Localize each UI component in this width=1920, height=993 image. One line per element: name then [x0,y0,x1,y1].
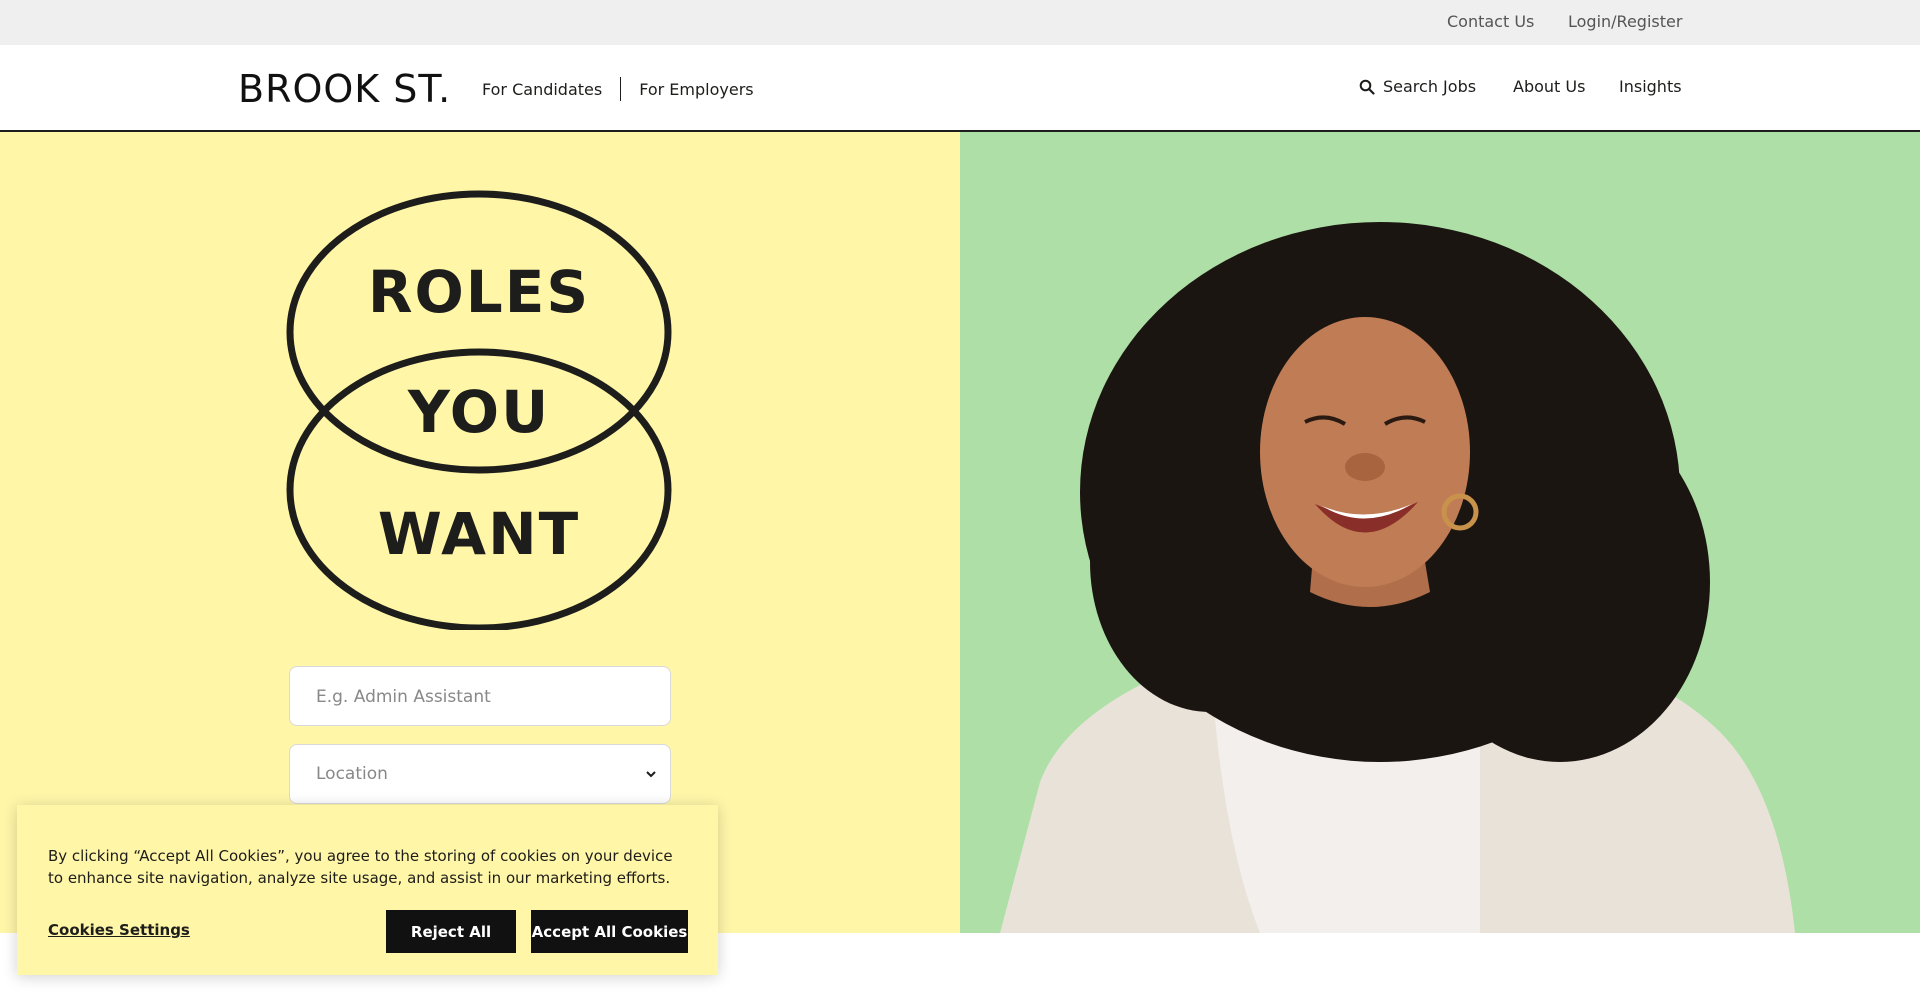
about-us-link[interactable]: About Us [1513,77,1585,96]
search-jobs-label: Search Jobs [1383,77,1477,96]
accept-all-cookies-button[interactable]: Accept All Cookies [531,910,688,953]
smiling-woman-photo [1000,222,1795,933]
search-icon [1359,79,1375,95]
nav-divider [620,77,622,101]
headline-word-roles: ROLES [367,258,591,326]
location-select[interactable]: Location [289,744,671,804]
headline-word-want: WANT [377,500,581,568]
for-employers-link[interactable]: For Employers [639,80,753,99]
headline-word-you: YOU [407,378,551,446]
cookies-settings-link[interactable]: Cookies Settings [48,921,190,939]
for-candidates-link[interactable]: For Candidates [482,80,602,99]
location-placeholder: Location [316,764,388,784]
reject-all-button[interactable]: Reject All [386,910,516,953]
hero-image-panel [960,132,1920,933]
chevron-down-icon [646,771,656,778]
job-keyword-input[interactable]: E.g. Admin Assistant [289,666,671,726]
cookie-consent-banner: By clicking “Accept All Cookies”, you ag… [17,805,718,975]
audience-switch: For Candidates For Employers [482,77,754,101]
cookie-message: By clicking “Accept All Cookies”, you ag… [48,847,673,887]
utility-bar: Contact Us Login/Register [0,0,1920,45]
login-register-link[interactable]: Login/Register [1568,12,1682,31]
brook-st-logo[interactable]: BROOK ST. [238,67,451,111]
contact-us-link[interactable]: Contact Us [1447,12,1534,31]
main-nav: BROOK ST. For Candidates For Employers S… [0,45,1920,132]
insights-link[interactable]: Insights [1619,77,1682,96]
search-jobs-link[interactable]: Search Jobs [1359,77,1476,96]
